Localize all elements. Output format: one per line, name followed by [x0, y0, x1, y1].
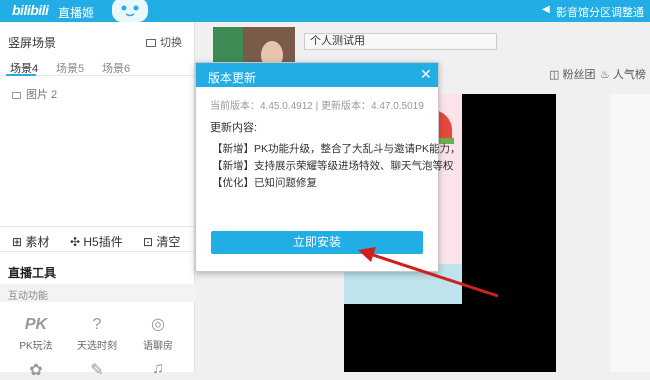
plus-icon: ⊞: [12, 235, 26, 249]
tool-extra-3[interactable]: ♫: [136, 360, 180, 378]
fans-icon: ◫: [549, 69, 563, 81]
people-icon: ◎: [151, 316, 165, 333]
close-icon[interactable]: ✕: [420, 66, 432, 83]
clear-label: 清空: [156, 235, 181, 249]
tool-lucky-draw-label: 天选时刻: [77, 341, 117, 352]
tab-scene6[interactable]: 场景6: [102, 60, 130, 76]
update-content-label: 更新内容:: [210, 122, 258, 134]
switch-button[interactable]: 切换: [146, 34, 182, 50]
interact-label: 互动功能: [8, 291, 48, 302]
tool-voice-room-label: 语聊房: [143, 341, 173, 352]
material-label: 素材: [25, 235, 50, 249]
tab-scene5[interactable]: 场景5: [56, 60, 84, 76]
clear-button[interactable]: ⊡ 清空: [143, 233, 180, 250]
active-tab-indicator: [6, 74, 36, 76]
tool-extra-2[interactable]: ✎: [75, 360, 119, 380]
pk-icon: PK: [24, 316, 48, 333]
update-line-3: 【优化】已知问题修复: [212, 177, 317, 189]
mascot-icon: [112, 0, 148, 22]
gift-box-icon: ?: [92, 316, 102, 333]
dialog-header: 版本更新 ✕: [196, 63, 438, 87]
room-title-input[interactable]: 个人测试用: [304, 33, 497, 50]
h5-plugin-button[interactable]: ✣ H5插件: [70, 233, 123, 250]
update-line-2: 【新增】支持展示荣耀等级进场特效、聊天气泡等权: [212, 160, 454, 172]
install-now-button[interactable]: 立即安装: [211, 231, 423, 254]
tool-pk[interactable]: PK PK玩法: [14, 315, 58, 352]
live-tools-title: 直播工具: [8, 266, 57, 280]
interact-section-label: 互动功能: [0, 284, 195, 302]
popularity-label: 人气榜: [612, 69, 646, 81]
tool-voice-room[interactable]: ◎ 语聊房: [136, 315, 180, 352]
scene-title: 竖屏场景: [8, 36, 57, 50]
fans-button[interactable]: ◫ 粉丝团: [549, 66, 595, 82]
switch-label: 切换: [160, 37, 182, 49]
image-icon: [12, 91, 21, 99]
add-material-button[interactable]: ⊞ 素材: [12, 233, 49, 250]
tool-pk-label: PK玩法: [19, 341, 53, 352]
right-side-strip: [610, 94, 650, 372]
tool-extra-1[interactable]: ✿: [14, 360, 58, 380]
tool-lucky-draw[interactable]: ? 天选时刻: [75, 315, 119, 352]
update-dialog: 版本更新 ✕ 当前版本：4.45.0.4912 | 更新版本：4.47.0.50…: [195, 62, 461, 272]
version-info: 当前版本：4.45.0.4912 | 更新版本：4.47.0.5019: [210, 101, 424, 112]
notice-text[interactable]: ◀ 影音馆分区调整通: [542, 4, 644, 20]
title-bar: bilibili 直播姬 ◀ 影音馆分区调整通: [0, 0, 650, 22]
left-panel: 竖屏场景 切换 场景4 场景5 场景6 图片 2 ⊞ 素材 ✣ H5插件 ⊡ 清…: [0, 22, 195, 379]
source-label: 图片 2: [26, 89, 58, 101]
speaker-icon: ◀: [542, 4, 550, 15]
puzzle-icon: ✣: [70, 235, 84, 249]
update-line-1: 【新增】PK功能升级，整合了大乱斗与邀请PK能力，: [212, 143, 461, 155]
scene-tabs: 场景4 场景5 场景6: [0, 56, 195, 76]
dialog-title: 版本更新: [208, 71, 257, 85]
bilibili-logo: bilibili: [12, 2, 49, 18]
scene-toolbar: ⊞ 素材 ✣ H5插件 ⊡ 清空: [0, 226, 195, 252]
trash-icon: ⊡: [143, 235, 157, 249]
popularity-button[interactable]: ♨ 人气榜: [600, 66, 646, 82]
flame-icon: ♨: [600, 69, 613, 81]
notice-label: 影音馆分区调整通: [556, 7, 644, 19]
switch-icon: [146, 39, 156, 48]
app-subtitle: 直播姬: [58, 6, 95, 20]
h5-label: H5插件: [83, 235, 123, 249]
source-item[interactable]: 图片 2: [12, 86, 57, 102]
fans-label: 粉丝团: [562, 69, 596, 81]
